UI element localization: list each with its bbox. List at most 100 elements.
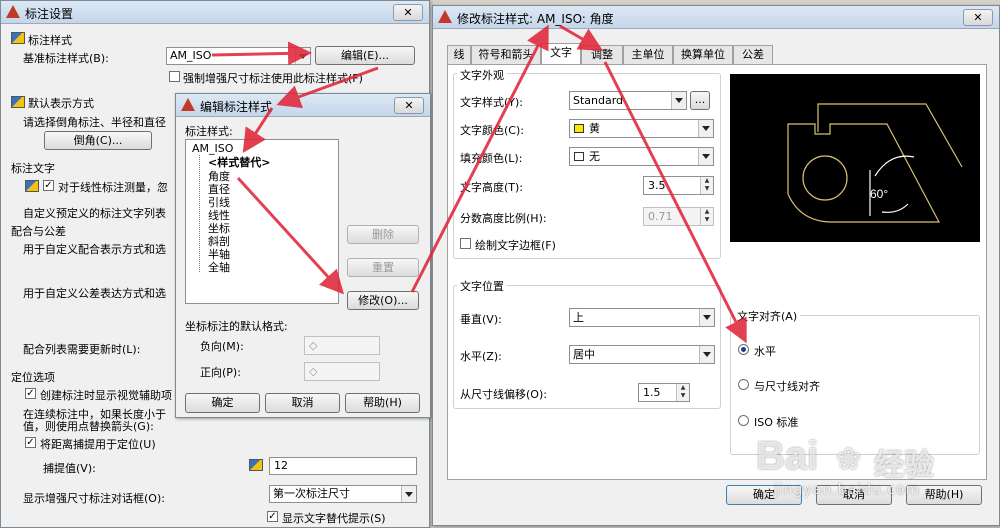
vertical-label: 垂直(V):: [460, 313, 502, 326]
window-title: 标注设置: [25, 7, 74, 21]
promote-checkbox[interactable]: ✓: [25, 437, 36, 448]
baidu-brand-cn: 经验: [874, 448, 934, 483]
base-style-select[interactable]: AM_ISO: [166, 47, 311, 65]
snap-value-input[interactable]: 12: [269, 457, 417, 475]
vertical-select[interactable]: 上: [569, 308, 715, 327]
autocad-logo-icon: [438, 10, 452, 23]
chevron-down-icon: [295, 48, 310, 64]
delete-button[interactable]: 删除: [347, 225, 419, 244]
negative-label: 负向(M):: [200, 340, 244, 353]
close-button[interactable]: ✕: [963, 9, 993, 26]
text-frame-checkbox[interactable]: [460, 238, 471, 249]
text-style-value: Standard: [573, 94, 624, 107]
offset-label: 从尺寸线偏移(O):: [460, 388, 547, 401]
autocad-logo-icon: [181, 98, 195, 111]
dimension-style-icon: [11, 32, 25, 44]
baidu-url: jingyan.baidu.com: [774, 482, 921, 498]
tab-tolerances[interactable]: 公差: [733, 45, 773, 64]
fit-update-label: 配合列表需要更新时(L):: [23, 343, 141, 356]
section-fit-heading: 配合与公差: [11, 225, 66, 238]
fill-color-select[interactable]: 无: [569, 147, 714, 166]
chevron-down-icon: [401, 486, 416, 502]
baidu-watermark: Bai ❀ 经验 jingyan.baidu.com: [756, 434, 992, 504]
tab-fit[interactable]: 调整: [581, 45, 623, 64]
spinner-icon[interactable]: ▲ ▼: [700, 177, 713, 194]
negative-format-field[interactable]: ◇: [304, 336, 380, 355]
force-style-checkbox[interactable]: [169, 71, 180, 82]
align-iso-label: ISO 标准: [754, 416, 799, 429]
baidu-brand: Bai: [756, 434, 819, 478]
preview-angle-label: 60°: [870, 187, 888, 201]
show-text-label: 显示文字替代提示(S): [282, 512, 386, 525]
chevron-down-icon: [699, 346, 714, 363]
spinner-icon[interactable]: ▲ ▼: [700, 208, 713, 225]
modify-button[interactable]: 修改(O)...: [347, 291, 419, 310]
text-alignment-title: 文字对齐(A): [734, 308, 801, 324]
title-bar: 标注设置 ✕: [1, 1, 429, 24]
align-dimline-label: 与尺寸线对齐: [754, 380, 820, 393]
spinner-icon[interactable]: ▲ ▼: [676, 384, 689, 401]
visual-aid-checkbox[interactable]: ✓: [25, 388, 36, 399]
help-button[interactable]: 帮助(H): [345, 393, 420, 413]
empty-swatch-icon: [574, 152, 584, 161]
chevron-down-icon: [671, 92, 686, 109]
snap-icon: [249, 459, 263, 471]
chamfer-button[interactable]: 倒角(C)...: [44, 131, 152, 150]
style-tree[interactable]: AM_ISO <样式替代> 角度 直径 引线 线性 坐标 斜剖 半轴 全轴: [185, 139, 339, 304]
section-style-heading: 标注样式: [28, 34, 72, 47]
section-display-heading: 默认表示方式: [28, 97, 94, 110]
tree-child[interactable]: 全轴: [208, 259, 230, 275]
align-iso-radio[interactable]: [738, 415, 749, 426]
tab-symbols-arrows[interactable]: 符号和箭头: [471, 45, 541, 64]
title-bar: 编辑标注样式 ✕: [176, 94, 430, 117]
fill-color-value: 无: [589, 150, 600, 163]
close-button[interactable]: ✕: [393, 4, 423, 21]
force-style-label: 强制增强尺寸标注使用此标注样式(F): [183, 72, 363, 85]
dialog-title: 编辑标注样式: [200, 100, 273, 114]
offset-value: 1.5: [643, 386, 661, 399]
section-locate-heading: 定位选项: [11, 371, 55, 384]
tab-text[interactable]: 文字: [541, 43, 581, 64]
display-method-icon: [11, 96, 25, 108]
linear-checkbox[interactable]: ✓: [43, 180, 54, 191]
text-height-value: 3.5: [648, 179, 666, 192]
edit-button[interactable]: 编辑(E)...: [315, 46, 415, 65]
tab-lines[interactable]: 线: [447, 45, 471, 64]
close-button[interactable]: ✕: [394, 97, 424, 114]
text-color-select[interactable]: 黄: [569, 119, 714, 138]
show-text-checkbox[interactable]: ✓: [267, 511, 278, 522]
tab-alternate-units[interactable]: 换算单位: [673, 45, 733, 64]
autocad-logo-icon: [6, 5, 20, 18]
align-dimline-radio[interactable]: [738, 379, 749, 390]
fit-desc: 用于自定义配合表示方式和选: [23, 243, 166, 256]
text-appearance-title: 文字外观: [457, 67, 507, 83]
tab-primary-units[interactable]: 主单位: [623, 45, 673, 64]
text-icon: [25, 180, 39, 192]
edit-style-dialog: 编辑标注样式 ✕ 标注样式: AM_ISO <样式替代> 角度 直径 引线 线性…: [175, 93, 431, 418]
fraction-scale-input[interactable]: 0.71 ▲ ▼: [643, 207, 714, 226]
text-height-label: 文字高度(T):: [460, 181, 524, 194]
offset-input[interactable]: 1.5 ▲ ▼: [638, 383, 690, 402]
enhanced-dialog-select[interactable]: 第一次标注尺寸: [269, 485, 417, 503]
continuous-desc-2: 值，则使用点替换箭头(G):: [23, 420, 154, 433]
chevron-down-icon: [698, 120, 713, 137]
dimension-preview-drawing: 60°: [787, 103, 963, 223]
styles-label: 标注样式:: [185, 125, 233, 138]
align-horizontal-radio[interactable]: [738, 344, 749, 355]
promote-label: 将距离捕提用于定位(U): [40, 438, 156, 451]
fraction-scale-value: 0.71: [648, 210, 673, 223]
text-color-label: 文字颜色(C):: [460, 124, 524, 137]
reset-button[interactable]: 重置: [347, 258, 419, 277]
positive-format-field[interactable]: ◇: [304, 362, 380, 381]
text-height-input[interactable]: 3.5 ▲ ▼: [643, 176, 714, 195]
text-style-select[interactable]: Standard: [569, 91, 687, 110]
horizontal-select[interactable]: 居中: [569, 345, 715, 364]
ok-button[interactable]: 确定: [185, 393, 260, 413]
enhanced-dialog-label: 显示增强尺寸标注对话框(O):: [23, 492, 165, 505]
preview-panel: 60°: [730, 74, 980, 242]
yellow-swatch-icon: [574, 124, 584, 133]
text-style-label: 文字样式(Y):: [460, 96, 524, 109]
text-style-browse-button[interactable]: ...: [690, 91, 710, 110]
tab-strip: 线 符号和箭头 文字 调整 主单位 换算单位 公差: [447, 43, 987, 64]
cancel-button[interactable]: 取消: [265, 393, 340, 413]
